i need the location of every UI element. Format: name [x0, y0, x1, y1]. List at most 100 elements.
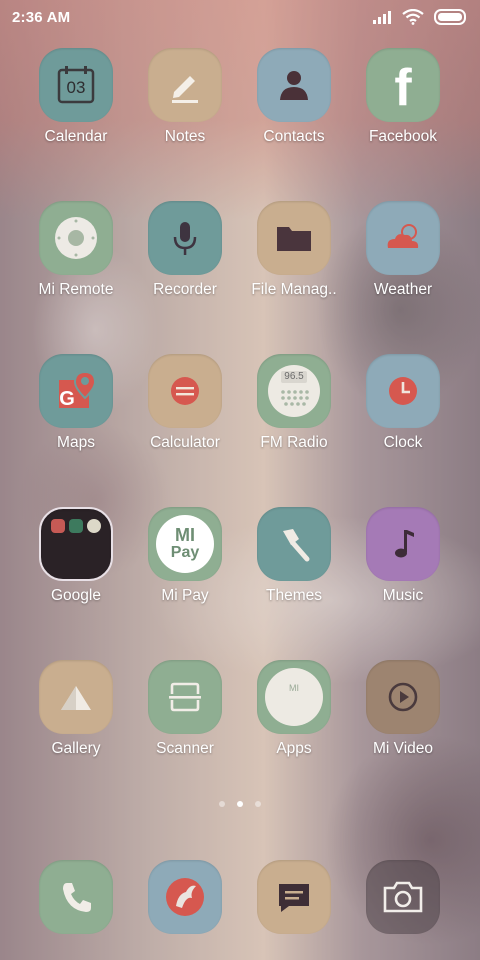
dock-messages[interactable] — [239, 860, 349, 934]
browser-tile[interactable] — [148, 860, 222, 934]
calculator-tile[interactable] — [148, 354, 222, 428]
mi-pay-line1: MI — [175, 525, 195, 545]
app-music[interactable]: Music — [348, 507, 458, 605]
app-notes[interactable]: Notes — [130, 48, 240, 146]
recorder-tile[interactable] — [148, 201, 222, 275]
app-google-folder[interactable]: Google — [21, 507, 131, 605]
maps-tile[interactable]: G — [39, 354, 113, 428]
mi-video-tile[interactable] — [366, 660, 440, 734]
apps-bag-icon: MI — [265, 668, 323, 726]
apps-tile[interactable]: MI — [257, 660, 331, 734]
app-clock[interactable]: Clock — [348, 354, 458, 452]
app-label: Themes — [266, 587, 322, 604]
app-label: Recorder — [153, 281, 217, 298]
themes-tile[interactable] — [257, 507, 331, 581]
app-contacts[interactable]: Contacts — [239, 48, 349, 146]
dock-browser[interactable] — [130, 860, 240, 934]
messages-tile[interactable] — [257, 860, 331, 934]
google-folder-icon — [51, 519, 101, 533]
apps-glyph: MI — [289, 683, 299, 693]
app-weather[interactable]: Weather — [348, 201, 458, 299]
app-file-manager[interactable]: File Manag.. — [239, 201, 349, 299]
app-label: Calendar — [44, 128, 108, 145]
camera-icon — [383, 881, 423, 913]
contacts-person-icon — [280, 71, 308, 100]
status-time: 2:36 AM — [12, 8, 71, 26]
calendar-date: 03 — [66, 78, 86, 97]
messages-icon — [279, 884, 309, 912]
app-label: Weather — [373, 281, 433, 298]
app-label: Mi Video — [372, 740, 434, 757]
dock-camera[interactable] — [348, 860, 458, 934]
app-themes[interactable]: Themes — [239, 507, 349, 605]
facebook-icon: f — [394, 59, 412, 117]
dock-phone[interactable] — [21, 860, 131, 934]
app-calendar[interactable]: 03 Calendar — [21, 48, 131, 146]
mi-pay-icon: MI Pay — [156, 515, 214, 573]
notes-pencil-icon — [172, 76, 198, 103]
page-dot-2-active[interactable] — [237, 801, 243, 807]
app-label: Google — [51, 587, 101, 604]
app-label: Clock — [383, 434, 423, 451]
app-label: FM Radio — [260, 434, 328, 451]
page-indicator[interactable] — [0, 801, 480, 807]
calendar-tile[interactable]: 03 — [39, 48, 113, 122]
app-scanner[interactable]: Scanner — [130, 660, 240, 758]
facebook-tile[interactable]: f — [366, 48, 440, 122]
app-label: Facebook — [368, 128, 438, 145]
app-mi-video[interactable]: Mi Video — [348, 660, 458, 758]
app-mi-remote[interactable]: Mi Remote — [21, 201, 131, 299]
app-facebook[interactable]: f Facebook — [348, 48, 458, 146]
gallery-mountain-icon — [61, 686, 91, 710]
weather-tile[interactable] — [366, 201, 440, 275]
video-play-icon — [388, 682, 418, 712]
app-gallery[interactable]: Gallery — [21, 660, 131, 758]
page-dot-1[interactable] — [219, 801, 225, 807]
folder-icon — [277, 227, 311, 251]
themes-brush-icon — [283, 529, 310, 562]
file-manager-tile[interactable] — [257, 201, 331, 275]
mi-remote-icon — [55, 217, 97, 259]
scanner-tile[interactable] — [148, 660, 222, 734]
microphone-icon — [173, 222, 197, 255]
app-label: File Manag.. — [251, 281, 337, 298]
mi-pay-tile[interactable]: MI Pay — [148, 507, 222, 581]
app-label: Gallery — [51, 740, 101, 757]
status-bar: 2:36 AM — [0, 0, 480, 34]
app-label: Music — [382, 587, 424, 604]
app-label: Mi Remote — [38, 281, 114, 298]
mi-pay-line2: Pay — [170, 544, 200, 561]
app-label: Calculator — [150, 434, 220, 451]
maps-glyph: G — [59, 387, 75, 410]
clock-tile[interactable] — [366, 354, 440, 428]
battery-icon — [434, 9, 466, 25]
app-maps[interactable]: G Maps — [21, 354, 131, 452]
app-mi-pay[interactable]: MI Pay Mi Pay — [130, 507, 240, 605]
app-label: Notes — [164, 128, 206, 145]
app-calculator[interactable]: Calculator — [130, 354, 240, 452]
calculator-icon — [171, 377, 199, 405]
music-note-icon — [395, 530, 414, 558]
camera-tile[interactable] — [366, 860, 440, 934]
signal-icon — [373, 11, 391, 24]
contacts-tile[interactable] — [257, 48, 331, 122]
music-tile[interactable] — [366, 507, 440, 581]
phone-tile[interactable] — [39, 860, 113, 934]
app-label: Mi Pay — [161, 587, 209, 604]
app-label: Contacts — [263, 128, 325, 145]
wifi-icon — [402, 9, 424, 25]
gallery-tile[interactable] — [39, 660, 113, 734]
clock-icon — [389, 377, 417, 405]
app-apps[interactable]: MI Apps — [239, 660, 349, 758]
google-folder-tile[interactable] — [39, 507, 113, 581]
browser-icon — [166, 878, 204, 916]
mi-remote-tile[interactable] — [39, 201, 113, 275]
app-fm-radio[interactable]: 96.5 FM Radio — [239, 354, 349, 452]
phone-icon — [63, 883, 91, 912]
app-recorder[interactable]: Recorder — [130, 201, 240, 299]
app-label: Scanner — [156, 740, 214, 757]
page-dot-3[interactable] — [255, 801, 261, 807]
notes-tile[interactable] — [148, 48, 222, 122]
fm-radio-tile[interactable]: 96.5 — [257, 354, 331, 428]
radio-frequency: 96.5 — [284, 370, 304, 382]
